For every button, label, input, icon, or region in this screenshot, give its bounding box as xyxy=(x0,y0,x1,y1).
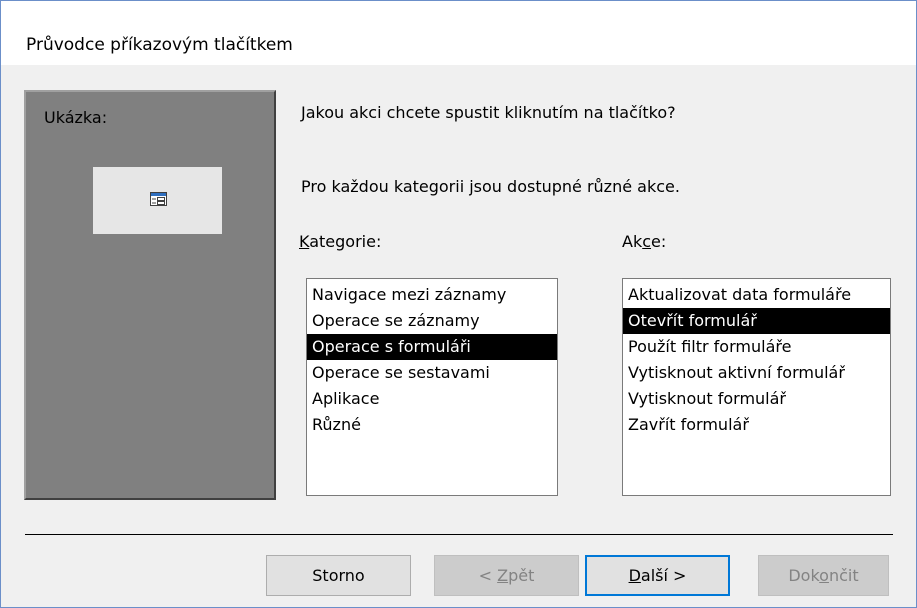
actions-label: Akce: xyxy=(622,232,667,251)
preview-label: Ukázka: xyxy=(44,108,108,127)
categories-list: Navigace mezi záznamy Operace se záznamy O… xyxy=(307,282,557,438)
actions-item[interactable]: Aktualizovat data formuláře xyxy=(623,282,890,308)
back-button[interactable]: < Zpět xyxy=(434,555,579,596)
question-text: Jakou akci chcete spustit kliknutím na t… xyxy=(301,103,676,122)
actions-item[interactable]: Zavřít formulář xyxy=(623,412,890,438)
wizard-dialog: Průvodce příkazovým tlačítkem Ukázka: Ja… xyxy=(0,0,917,608)
preview-panel: Ukázka: xyxy=(24,90,276,500)
actions-item[interactable]: Otevřít formulář xyxy=(623,308,890,334)
back-button-label: < Zpět xyxy=(478,566,535,585)
next-button[interactable]: Další > xyxy=(585,555,730,596)
dialog-title: Průvodce příkazovým tlačítkem xyxy=(26,35,293,55)
finish-button[interactable]: Dokončit xyxy=(758,555,889,596)
categories-item[interactable]: Operace se záznamy xyxy=(307,308,557,334)
categories-label: Kategorie: xyxy=(299,232,382,251)
form-icon xyxy=(150,192,167,206)
info-text: Pro každou kategorii jsou dostupné různé… xyxy=(301,177,680,196)
actions-list: Aktualizovat data formuláře Otevřít formu… xyxy=(623,282,890,438)
categories-item[interactable]: Různé xyxy=(307,412,557,438)
preview-button-sample xyxy=(93,167,222,234)
cancel-button[interactable]: Storno xyxy=(266,555,411,596)
actions-item[interactable]: Vytisknout formulář xyxy=(623,386,890,412)
categories-item[interactable]: Operace se sestavami xyxy=(307,360,557,386)
cancel-button-label: Storno xyxy=(312,566,365,585)
categories-item[interactable]: Navigace mezi záznamy xyxy=(307,282,557,308)
title-bar: Průvodce příkazovým tlačítkem xyxy=(1,1,916,65)
actions-listbox[interactable]: Aktualizovat data formuláře Otevřít formu… xyxy=(622,278,891,496)
divider xyxy=(25,534,893,535)
categories-item[interactable]: Aplikace xyxy=(307,386,557,412)
actions-item[interactable]: Vytisknout aktivní formulář xyxy=(623,360,890,386)
next-button-label: Další > xyxy=(628,566,687,585)
actions-item[interactable]: Použít filtr formuláře xyxy=(623,334,890,360)
categories-listbox[interactable]: Navigace mezi záznamy Operace se záznamy O… xyxy=(306,278,558,496)
finish-button-label: Dokončit xyxy=(788,566,859,585)
categories-item[interactable]: Operace s formuláři xyxy=(307,334,557,360)
